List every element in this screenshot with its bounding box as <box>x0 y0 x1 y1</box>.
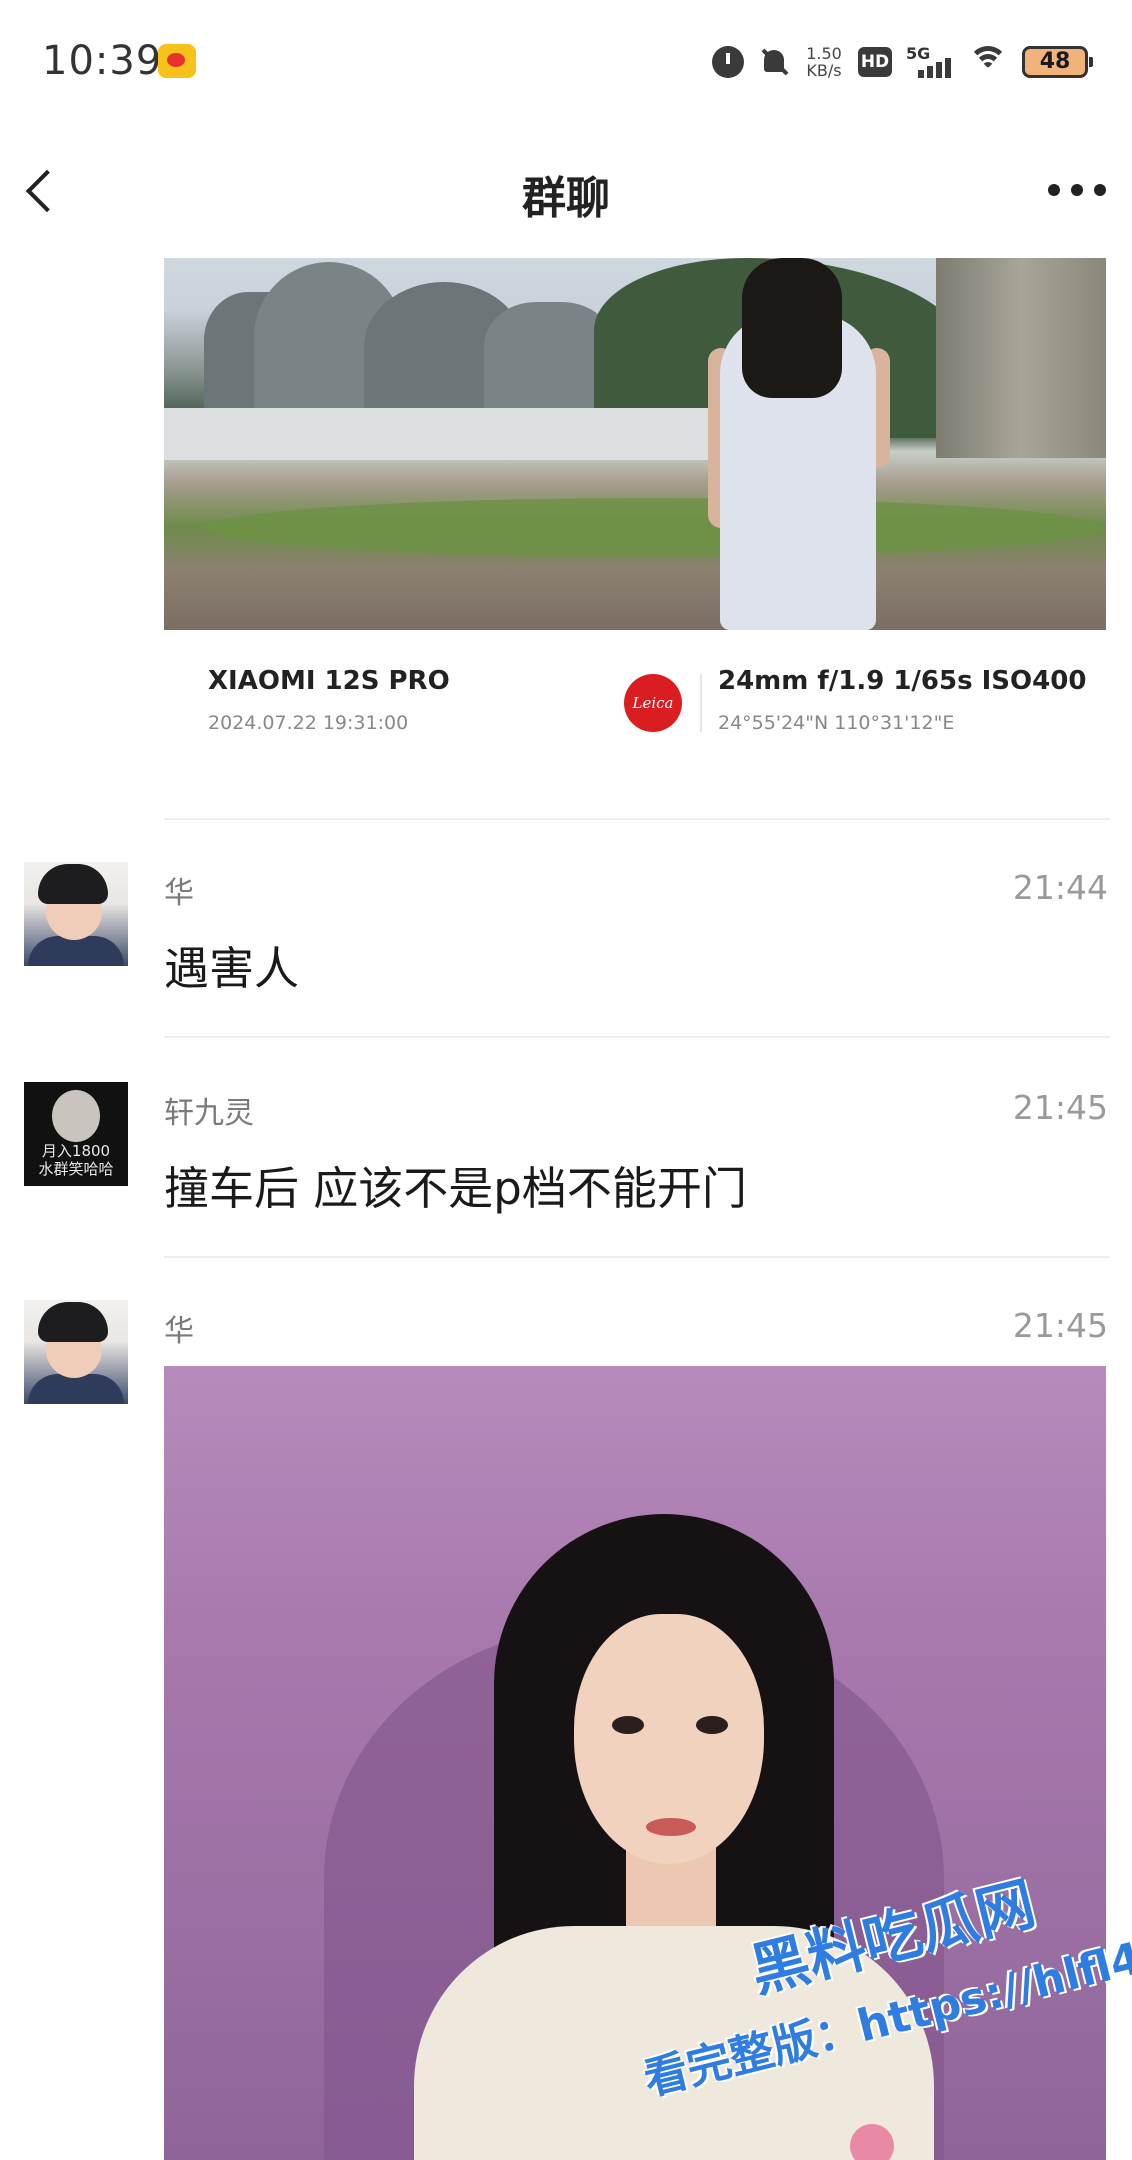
more-options-icon[interactable] <box>1048 180 1106 200</box>
net-speed: 1.50 KB/s <box>804 45 844 79</box>
message-text[interactable]: 撞车后 应该不是p档不能开门 <box>164 1152 747 1217</box>
flower-brooch <box>850 2124 894 2160</box>
message-time: 21:45 <box>1012 1088 1108 1127</box>
status-bar: 10:39 1.50 KB/s HD 5G 48 <box>0 0 1132 124</box>
sender-name: 华 <box>164 1314 194 1349</box>
photo-exif-bar: XIAOMI 12S PRO 2024.07.22 19:31:00 Leica… <box>164 630 1106 788</box>
leica-logo: Leica <box>624 674 682 732</box>
message-text[interactable]: 遇害人 <box>164 932 299 997</box>
sender-name: 华 <box>164 876 194 911</box>
sender-name: 轩九灵 <box>164 1096 254 1131</box>
status-time: 10:39 <box>42 38 163 84</box>
status-icons: 1.50 KB/s HD 5G 48 <box>712 40 1093 84</box>
alarm-icon <box>712 46 744 78</box>
avatar-caption: 月入1800 水群笑哈哈 <box>38 1142 114 1178</box>
landscape-photo[interactable] <box>164 258 1106 630</box>
gps-coordinates: 24°55'24"N 110°31'12"E <box>718 712 955 734</box>
weibo-notification-icon <box>158 44 196 78</box>
battery-icon: 48 <box>1022 46 1093 78</box>
cellular-signal-icon: 5G <box>906 44 954 80</box>
page-title: 群聊 <box>522 173 610 224</box>
net-speed-unit: KB/s <box>806 61 842 80</box>
message-time: 21:44 <box>1012 868 1108 907</box>
exposure-params: 24mm f/1.9 1/65s ISO400 <box>718 666 1087 696</box>
shared-photo-card[interactable]: XIAOMI 12S PRO 2024.07.22 19:31:00 Leica… <box>164 258 1106 788</box>
shot-datetime: 2024.07.22 19:31:00 <box>208 712 409 734</box>
net-speed-value: 1.50 <box>806 44 842 63</box>
nav-bar: 群聊 <box>0 124 1132 254</box>
avatar[interactable] <box>24 1300 128 1404</box>
message-divider <box>164 1256 1110 1258</box>
camera-model: XIAOMI 12S PRO <box>208 666 450 696</box>
message-divider <box>164 818 1110 820</box>
message-divider <box>164 1036 1110 1038</box>
network-type: 5G <box>906 44 931 63</box>
avatar[interactable] <box>24 862 128 966</box>
exif-divider <box>700 674 702 732</box>
wifi-icon <box>968 44 1008 80</box>
avatar[interactable]: 月入1800 水群笑哈哈 <box>24 1082 128 1186</box>
message-time: 21:45 <box>1012 1306 1108 1345</box>
mute-icon <box>758 46 790 78</box>
hd-icon: HD <box>858 47 892 77</box>
